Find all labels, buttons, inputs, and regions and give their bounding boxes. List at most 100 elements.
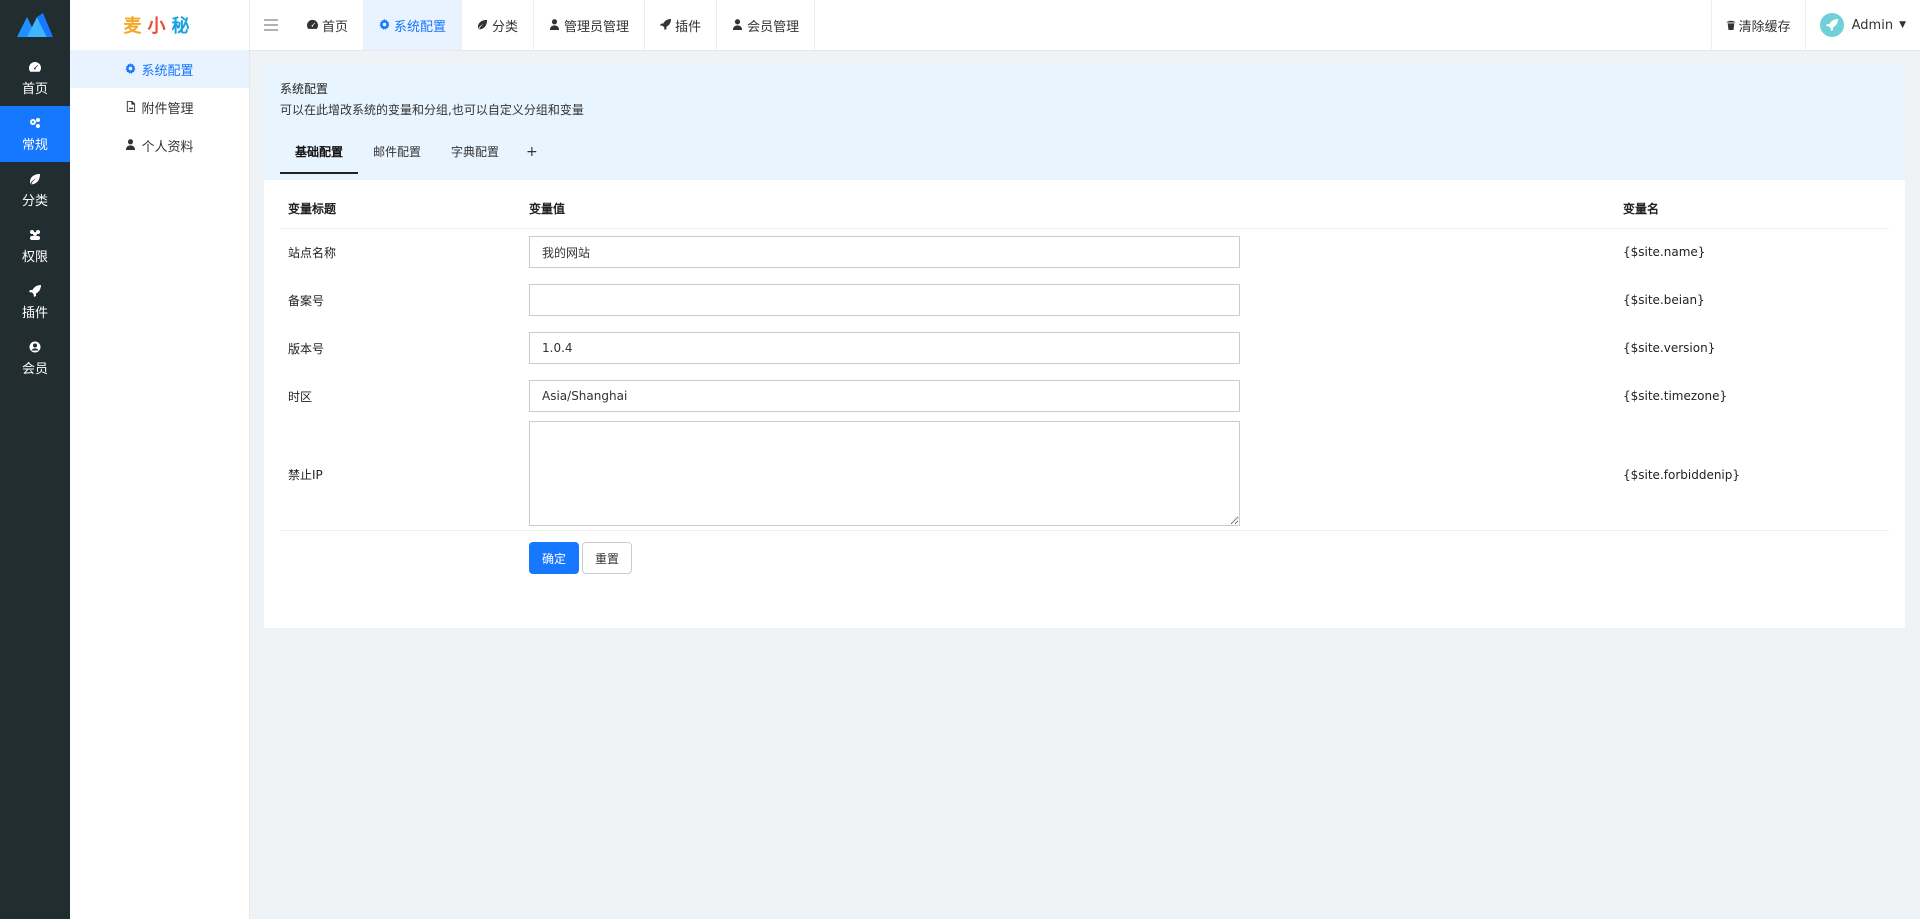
side-item-label: 个人资料 (141, 139, 194, 155)
config-tabs: 基础配置 邮件配置 字典配置 + (280, 142, 1889, 174)
leaf-icon (477, 19, 489, 31)
tab-home[interactable]: 首页 (292, 0, 365, 50)
variable-name: {$site.timezone} (1623, 389, 1728, 403)
table-row: 禁止IP {$site.forbiddenip} (280, 420, 1889, 530)
panel-header: 系统配置 可以在此增改系统的变量和分组,也可以自定义分组和变量 基础配置 邮件配… (264, 64, 1905, 180)
rail-item-label: 权限 (21, 249, 48, 265)
timezone-input[interactable] (529, 380, 1240, 412)
rail-item-general[interactable]: 常规 (0, 106, 70, 162)
leaf-icon (28, 172, 42, 186)
rocket-icon (660, 19, 672, 31)
panel-body: 变量标题 变量值 变量名 站点名称 {$site.name} 备案号 {$sit (264, 180, 1905, 628)
dashboard-icon (307, 19, 319, 31)
user-icon (125, 139, 137, 151)
tab-label: 分类 (492, 19, 519, 35)
tab-label: 管理员管理 (564, 19, 630, 35)
add-tab-button[interactable]: + (514, 142, 550, 174)
user-menu[interactable]: Admin ▼ (1804, 0, 1920, 50)
file-image-icon (125, 101, 137, 113)
caret-down-icon: ▼ (1899, 20, 1906, 30)
hamburger-icon (264, 19, 278, 31)
gear-icon (379, 19, 391, 31)
group-icon (28, 228, 42, 242)
user-icon (549, 19, 561, 31)
variable-title: 时区 (288, 389, 313, 404)
version-input[interactable] (529, 332, 1240, 364)
tab-member-management[interactable]: 会员管理 (717, 0, 816, 50)
user-icon (732, 19, 744, 31)
column-header: 变量名 (1615, 190, 1889, 229)
app-logo[interactable] (0, 0, 70, 50)
table-row: 时区 {$site.timezone} (280, 372, 1889, 420)
tab-admin-management[interactable]: 管理员管理 (534, 0, 646, 50)
top-navbar: 首页 系统配置 分类 管理员管理 插件 会员管理 清除缓存 Admin ▼ (250, 0, 1920, 51)
column-header: 变量值 (521, 190, 1615, 229)
site-name-input[interactable] (529, 236, 1240, 269)
brand-char: 秘 (171, 16, 196, 37)
tab-dict-config[interactable]: 字典配置 (436, 142, 514, 174)
menu-toggle-button[interactable] (250, 0, 292, 50)
table-row: 站点名称 {$site.name} (280, 228, 1889, 276)
variable-title: 站点名称 (288, 245, 337, 260)
table-row: 备案号 {$site.beian} (280, 276, 1889, 324)
beian-input[interactable] (529, 284, 1240, 316)
side-item-system-config[interactable]: 系统配置 (70, 50, 249, 88)
reset-button[interactable]: 重置 (582, 542, 633, 575)
submit-button[interactable]: 确定 (529, 542, 580, 575)
side-item-label: 系统配置 (141, 63, 194, 79)
form-actions-row: 确定 重置 (280, 529, 1889, 580)
variable-name: {$site.forbiddenip} (1623, 467, 1741, 482)
table-header-row: 变量标题 变量值 变量名 (280, 190, 1889, 229)
tab-label: 系统配置 (394, 19, 447, 35)
variable-title: 版本号 (288, 341, 325, 356)
tab-label: 插件 (675, 19, 702, 35)
tab-category[interactable]: 分类 (462, 0, 535, 50)
page-title: 系统配置 (280, 82, 329, 96)
variable-name: {$site.beian} (1623, 293, 1705, 307)
table-row: 版本号 {$site.version} (280, 324, 1889, 372)
page-description: 可以在此增改系统的变量和分组,也可以自定义分组和变量 (280, 103, 584, 117)
tab-system-config[interactable]: 系统配置 (364, 0, 463, 50)
brand-title[interactable]: 麦小秘 (70, 0, 249, 50)
tab-label: 首页 (322, 19, 349, 35)
main-content: 系统配置 可以在此增改系统的变量和分组,也可以自定义分组和变量 基础配置 邮件配… (264, 64, 1905, 628)
cogs-icon (28, 116, 42, 130)
clear-cache-label: 清除缓存 (1738, 19, 1791, 35)
rocket-icon (28, 284, 42, 298)
rail-item-permission[interactable]: 权限 (0, 218, 70, 274)
config-table: 变量标题 变量值 变量名 站点名称 {$site.name} 备案号 {$sit (280, 190, 1889, 580)
tab-plugin[interactable]: 插件 (645, 0, 718, 50)
avatar (1819, 13, 1844, 37)
rail-item-label: 首页 (21, 81, 48, 97)
gear-icon (125, 63, 137, 75)
tab-mail-config[interactable]: 邮件配置 (358, 142, 436, 174)
secondary-sidebar: 麦小秘 系统配置 附件管理 个人资料 (70, 0, 250, 919)
brand-char: 小 (147, 16, 172, 37)
trash-icon (1726, 20, 1736, 30)
rail-item-label: 插件 (21, 305, 48, 321)
rail-item-label: 会员 (21, 361, 48, 377)
logo-icon (17, 13, 53, 37)
rail-item-category[interactable]: 分类 (0, 162, 70, 218)
brand-char: 麦 (123, 16, 148, 37)
tab-label: 会员管理 (747, 19, 800, 35)
username: Admin (1851, 17, 1894, 33)
tab-basic-config[interactable]: 基础配置 (280, 142, 359, 174)
side-item-attachments[interactable]: 附件管理 (70, 88, 249, 126)
clear-cache-button[interactable]: 清除缓存 (1710, 0, 1805, 50)
side-item-profile[interactable]: 个人资料 (70, 126, 249, 164)
rocket-icon (1825, 19, 1838, 31)
variable-name: {$site.version} (1623, 341, 1716, 355)
rail-item-plugin[interactable]: 插件 (0, 274, 70, 330)
config-form: 变量标题 变量值 变量名 站点名称 {$site.name} 备案号 {$sit (280, 190, 1889, 580)
dashboard-icon (28, 60, 42, 74)
forbidden-ip-textarea[interactable] (529, 420, 1240, 526)
column-header: 变量标题 (280, 190, 521, 229)
variable-title: 备案号 (288, 293, 325, 308)
rail-item-home[interactable]: 首页 (0, 50, 70, 106)
side-item-label: 附件管理 (141, 101, 194, 117)
rail-item-member[interactable]: 会员 (0, 330, 70, 386)
main-rail: 首页 常规 分类 权限 插件 会员 (0, 0, 70, 919)
rail-item-label: 分类 (21, 193, 48, 209)
